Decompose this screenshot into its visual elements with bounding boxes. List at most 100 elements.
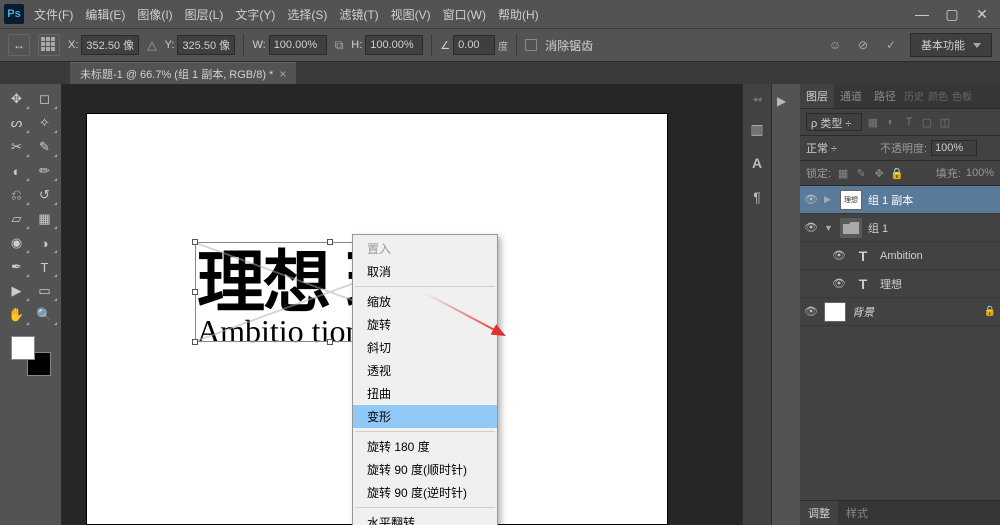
filter-type-icon[interactable]: T: [902, 116, 916, 129]
cancel-icon[interactable]: ⊘: [854, 36, 872, 54]
blur-tool[interactable]: ◉: [4, 232, 30, 254]
filter-smart-icon[interactable]: ◫: [938, 116, 952, 129]
type-tool[interactable]: T: [32, 256, 58, 278]
tab-channels[interactable]: 通道: [834, 84, 868, 108]
visibility-icon[interactable]: 👁: [804, 221, 818, 234]
filter-pixel-icon[interactable]: ▦: [866, 116, 880, 129]
lock-paint-icon[interactable]: ✎: [854, 167, 868, 180]
filter-adjust-icon[interactable]: ◐: [884, 116, 898, 129]
layer-ambition[interactable]: 👁 T Ambition: [800, 242, 1000, 270]
brush-tool[interactable]: ✏: [32, 160, 58, 182]
lasso-tool[interactable]: ᔕ: [4, 112, 30, 134]
tab-adjust[interactable]: 调整: [800, 501, 838, 525]
ctx-rotate-180[interactable]: 旋转 180 度: [353, 435, 497, 458]
eyedropper-tool[interactable]: ✎: [32, 136, 58, 158]
ctx-rotate-90cw[interactable]: 旋转 90 度(顺时针): [353, 458, 497, 481]
tab-layers[interactable]: 图层: [800, 84, 834, 108]
h-input[interactable]: [365, 35, 423, 55]
layer-name[interactable]: 组 1 副本: [868, 192, 996, 208]
foreground-swatch[interactable]: [11, 336, 35, 360]
history-brush-tool[interactable]: ↺: [32, 184, 58, 206]
menu-select[interactable]: 选择(S): [287, 6, 327, 23]
opacity-input[interactable]: 100%: [931, 140, 977, 156]
user-icon[interactable]: ☺: [826, 36, 844, 54]
filter-kind-select[interactable]: ρ 类型 ÷: [806, 113, 862, 131]
crop-tool[interactable]: ✂: [4, 136, 30, 158]
dodge-tool[interactable]: ◑: [32, 232, 58, 254]
menu-file[interactable]: 文件(F): [34, 6, 73, 23]
handle-top-mid[interactable]: [327, 239, 333, 245]
minimize-button[interactable]: —: [908, 5, 936, 23]
marquee-tool[interactable]: ◻: [32, 88, 58, 110]
visibility-icon[interactable]: 👁: [832, 249, 846, 262]
layer-group1[interactable]: 👁 ▼ 组 1: [800, 214, 1000, 242]
lock-pos-icon[interactable]: ✥: [872, 167, 886, 180]
tab-style[interactable]: 样式: [838, 501, 876, 525]
lock-all-icon[interactable]: 🔒: [890, 167, 904, 180]
menu-help[interactable]: 帮助(H): [498, 6, 539, 23]
ctx-skew[interactable]: 斜切: [353, 336, 497, 359]
close-tab-icon[interactable]: ×: [279, 67, 286, 81]
layer-name[interactable]: Ambition: [880, 250, 996, 262]
x-input[interactable]: [81, 35, 139, 55]
reference-point-grid[interactable]: [38, 34, 60, 56]
workspace-switcher[interactable]: 基本功能: [910, 33, 992, 57]
menu-filter[interactable]: 滤镜(T): [339, 6, 378, 23]
filter-shape-icon[interactable]: ▢: [920, 116, 934, 129]
hand-tool[interactable]: ✋: [4, 304, 30, 326]
blend-mode-select[interactable]: 正常 ÷: [806, 140, 876, 156]
play-button[interactable]: ▶: [777, 94, 795, 108]
link-icon[interactable]: ⧉: [335, 38, 344, 53]
zoom-tool[interactable]: 🔍: [32, 304, 58, 326]
history-panel-icon[interactable]: ▥: [747, 119, 767, 139]
handle-mid-left[interactable]: [192, 289, 198, 295]
antialias-checkbox[interactable]: [525, 39, 537, 51]
menu-edit[interactable]: 编辑(E): [85, 6, 125, 23]
visibility-icon[interactable]: 👁: [804, 305, 818, 318]
expand-icon[interactable]: ▼: [824, 223, 834, 233]
stamp-tool[interactable]: ⎌: [4, 184, 30, 206]
pen-tool[interactable]: ✒: [4, 256, 30, 278]
ctx-perspective[interactable]: 透视: [353, 359, 497, 382]
menu-window[interactable]: 窗口(W): [443, 6, 486, 23]
path-select-tool[interactable]: ▶: [4, 280, 30, 302]
ctx-flip-h[interactable]: 水平翻转: [353, 511, 497, 525]
handle-bottom-left[interactable]: [192, 339, 198, 345]
tab-paths[interactable]: 路径: [868, 84, 902, 108]
menu-text[interactable]: 文字(Y): [235, 6, 275, 23]
gradient-tool[interactable]: ▦: [32, 208, 58, 230]
maximize-button[interactable]: ▢: [938, 5, 966, 23]
menu-view[interactable]: 视图(V): [391, 6, 431, 23]
fill-input[interactable]: 100%: [966, 167, 994, 179]
commit-icon[interactable]: ✓: [882, 36, 900, 54]
menu-layer[interactable]: 图层(L): [185, 6, 224, 23]
handle-top-left[interactable]: [192, 239, 198, 245]
w-input[interactable]: [269, 35, 327, 55]
handle-bottom-mid[interactable]: [327, 339, 333, 345]
heal-tool[interactable]: ◐: [4, 160, 30, 182]
layer-background[interactable]: 👁 背景 🔒: [800, 298, 1000, 326]
triangle-icon[interactable]: △: [147, 38, 156, 52]
layer-group1-copy[interactable]: 👁 ▶ 理想 组 1 副本: [800, 186, 1000, 214]
menu-image[interactable]: 图像(I): [137, 6, 172, 23]
move-tool[interactable]: ✥: [4, 88, 30, 110]
ctx-warp[interactable]: 变形: [353, 405, 497, 428]
tab-swatch[interactable]: 色板: [950, 84, 974, 108]
tab-color[interactable]: 颜色: [926, 84, 950, 108]
ctx-place[interactable]: 置入: [353, 237, 497, 260]
char-panel-icon[interactable]: A: [747, 153, 767, 173]
layer-lixiang[interactable]: 👁 T 理想: [800, 270, 1000, 298]
layer-name[interactable]: 组 1: [868, 220, 996, 236]
transform-icon[interactable]: ↔: [8, 34, 30, 56]
eraser-tool[interactable]: ▱: [4, 208, 30, 230]
angle-input[interactable]: [453, 35, 495, 55]
layer-name[interactable]: 理想: [880, 276, 996, 292]
para-panel-icon[interactable]: ¶: [747, 187, 767, 207]
ctx-distort[interactable]: 扭曲: [353, 382, 497, 405]
ctx-rotate-90ccw[interactable]: 旋转 90 度(逆时针): [353, 481, 497, 504]
tab-history[interactable]: 历史: [902, 84, 926, 108]
visibility-icon[interactable]: 👁: [804, 193, 818, 206]
wand-tool[interactable]: ✧: [32, 112, 58, 134]
visibility-icon[interactable]: 👁: [832, 277, 846, 290]
y-input[interactable]: [177, 35, 235, 55]
